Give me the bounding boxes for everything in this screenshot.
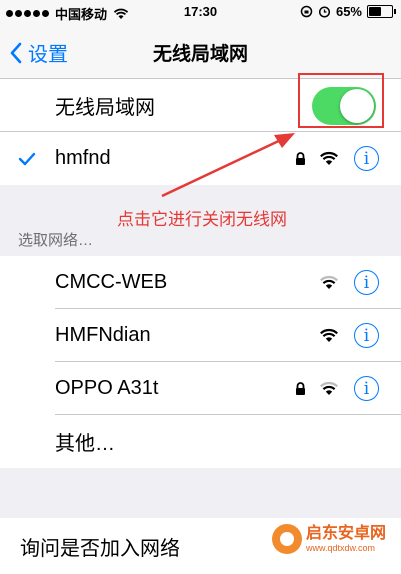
wifi-toggle-label: 无线局域网 <box>55 97 155 119</box>
watermark-url: www.qdtxdw.com <box>306 542 376 553</box>
ask-join-label: 询问是否加入网络 <box>20 537 180 560</box>
watermark: 启东安卓网 www.qdtxdw.com <box>272 524 386 554</box>
network-name: OPPO A31t <box>55 377 159 399</box>
lock-icon <box>296 151 305 165</box>
checkmark-icon <box>18 152 36 165</box>
status-bar: 中国移动 17:30 65% <box>0 0 401 24</box>
network-name: HMFNdian <box>55 324 151 346</box>
network-list: CMCC-WEB i HMFNdian i OPPO A31t i 其他… <box>0 256 401 468</box>
other-network-label: 其他… <box>55 433 115 455</box>
connected-network-name: hmfnd <box>55 147 111 169</box>
alarm-icon <box>318 6 331 18</box>
watermark-name: 启东安卓网 <box>306 524 387 542</box>
annotation-highlight-box <box>298 73 384 128</box>
watermark-logo-icon <box>272 524 302 554</box>
info-button[interactable]: i <box>354 376 379 401</box>
battery-icon <box>367 5 396 18</box>
rotation-lock-icon <box>300 5 313 18</box>
section-header: 选取网络… <box>18 232 94 249</box>
network-row[interactable]: CMCC-WEB i <box>0 256 401 309</box>
navigation-bar: 设置 无线局域网 <box>0 24 401 79</box>
connected-network-row[interactable]: hmfnd i <box>0 132 401 185</box>
lock-icon <box>296 381 305 395</box>
other-network-row[interactable]: 其他… <box>0 415 401 468</box>
network-row[interactable]: OPPO A31t i <box>0 362 401 415</box>
info-button[interactable]: i <box>354 146 379 171</box>
network-row[interactable]: HMFNdian i <box>0 309 401 362</box>
wifi-signal-icon <box>320 381 338 395</box>
wifi-signal-icon <box>320 275 338 289</box>
network-name: CMCC-WEB <box>55 271 168 293</box>
page-title: 无线局域网 <box>152 44 248 65</box>
battery-percent: 65% <box>335 4 362 19</box>
info-button[interactable]: i <box>354 323 379 348</box>
annotation-text: 点击它进行关闭无线网 <box>117 210 287 229</box>
info-button[interactable]: i <box>354 270 379 295</box>
wifi-signal-icon <box>320 328 338 342</box>
wifi-signal-icon <box>320 151 338 165</box>
